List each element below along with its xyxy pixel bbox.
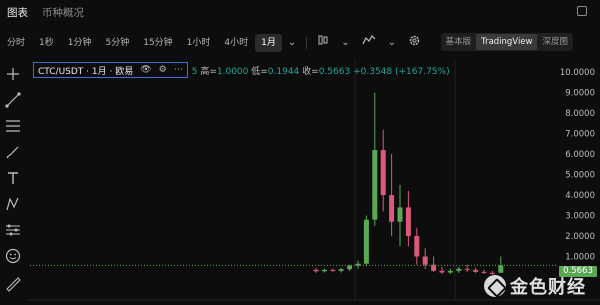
candle-body xyxy=(405,207,411,237)
watermark-text: 金色财经 xyxy=(510,277,586,298)
candle-body xyxy=(498,265,504,273)
candle-body xyxy=(389,195,395,222)
price-axis-tick: 4.0000 xyxy=(565,191,595,201)
price-axis-tick: 9.0000 xyxy=(565,89,595,99)
close-label: 收= xyxy=(302,66,319,77)
candle-body xyxy=(372,150,378,220)
candle-body xyxy=(338,269,344,271)
candle-body xyxy=(313,269,319,272)
price-axis-tick: 8.0000 xyxy=(565,109,595,119)
symbol-box[interactable]: CTC/USDT · 1月 · 欧易 👁 ⚙ ⋯ xyxy=(33,62,188,78)
chart-legend: CTC/USDT · 1月 · 欧易 👁 ⚙ ⋯ 5 高=1.0000 低=0.… xyxy=(33,62,450,78)
price-axis-tick: 7.0000 xyxy=(565,130,595,140)
candle-body xyxy=(380,150,386,196)
high-value: 1.0000 xyxy=(216,66,249,77)
ohlc-readout: 5 高=1.0000 低=0.1944 收=0.5663 +0.3548 (+1… xyxy=(192,64,450,77)
price-axis-tick: 3.0000 xyxy=(565,212,595,222)
price-axis-tick: 10.0000 xyxy=(560,68,595,78)
watermark: 金色财经 xyxy=(484,273,586,299)
change-value: +0.3548 (+167.75%) xyxy=(353,66,450,77)
candle-body xyxy=(422,256,428,265)
settings-gear-icon[interactable]: ⚙ xyxy=(159,65,167,75)
price-axis-tick: 1.0000 xyxy=(565,253,595,263)
price-axis-tick: 6.0000 xyxy=(565,150,595,160)
candle-body xyxy=(414,236,420,257)
candle-body xyxy=(473,269,479,272)
candle-body xyxy=(447,270,453,273)
candle-body xyxy=(397,207,403,222)
open-suffix: 5 xyxy=(191,66,198,77)
high-label: 高= xyxy=(200,66,217,77)
jinse-logo xyxy=(484,275,506,297)
low-label: 低= xyxy=(251,66,268,77)
candle-body xyxy=(347,265,353,270)
eye-icon[interactable]: 👁 xyxy=(140,65,151,75)
price-axis-tick: 2.0000 xyxy=(565,232,595,242)
low-value: 0.1944 xyxy=(267,66,300,77)
candle-body xyxy=(321,269,327,272)
candle-body xyxy=(464,268,470,270)
price-chart[interactable]: 10.0000 9.0000 8.0000 7.0000 6.0000 5.0000 4.0… xyxy=(0,0,600,305)
more-icon[interactable]: ⋯ xyxy=(174,65,183,75)
candle-body xyxy=(456,268,462,271)
candle-body xyxy=(363,219,369,264)
candle-body xyxy=(439,270,445,273)
close-value: 0.5663 xyxy=(318,66,351,77)
price-axis-tick: 5.0000 xyxy=(565,171,595,181)
candle-body xyxy=(330,269,336,271)
symbol-label: CTC/USDT · 1月 · 欧易 xyxy=(38,66,134,77)
